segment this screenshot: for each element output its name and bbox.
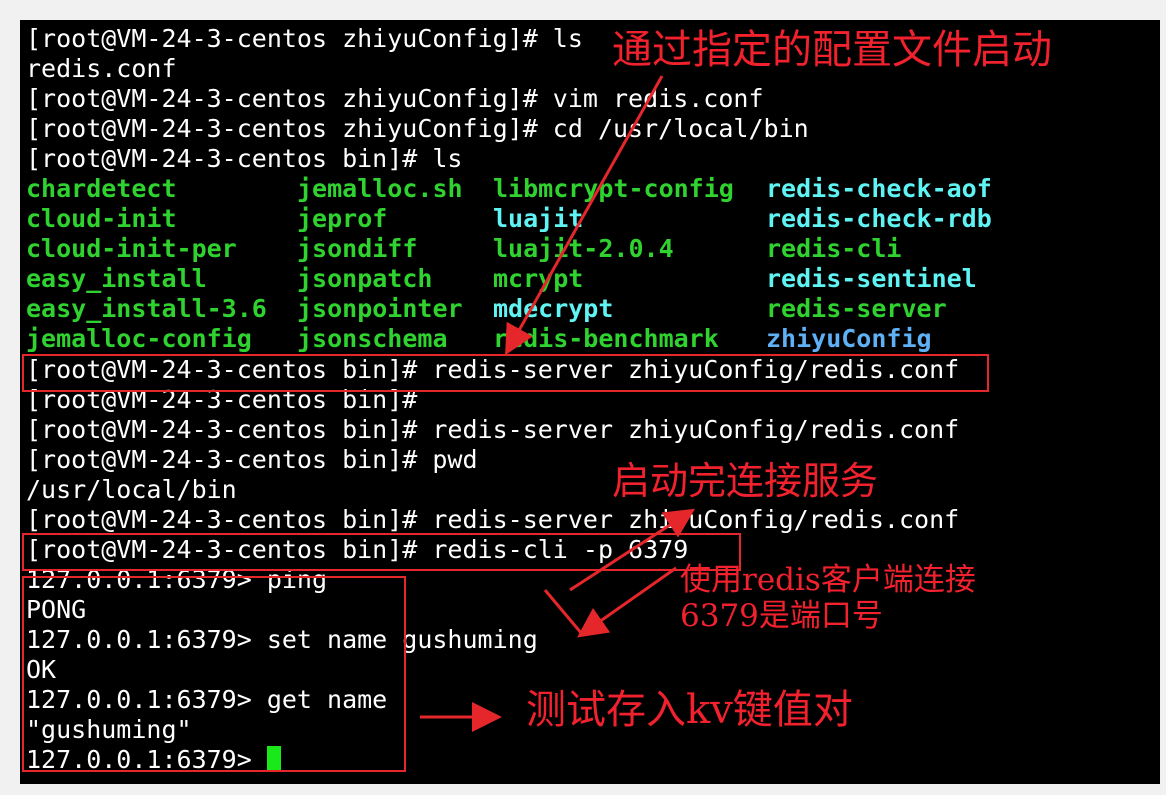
arrow-to-server-start [505, 75, 664, 356]
annotation-arrows [420, 75, 696, 732]
arrow-to-cli-session [577, 566, 677, 638]
arrow-tail [543, 589, 584, 635]
arrow-to-server-conf [569, 508, 696, 592]
